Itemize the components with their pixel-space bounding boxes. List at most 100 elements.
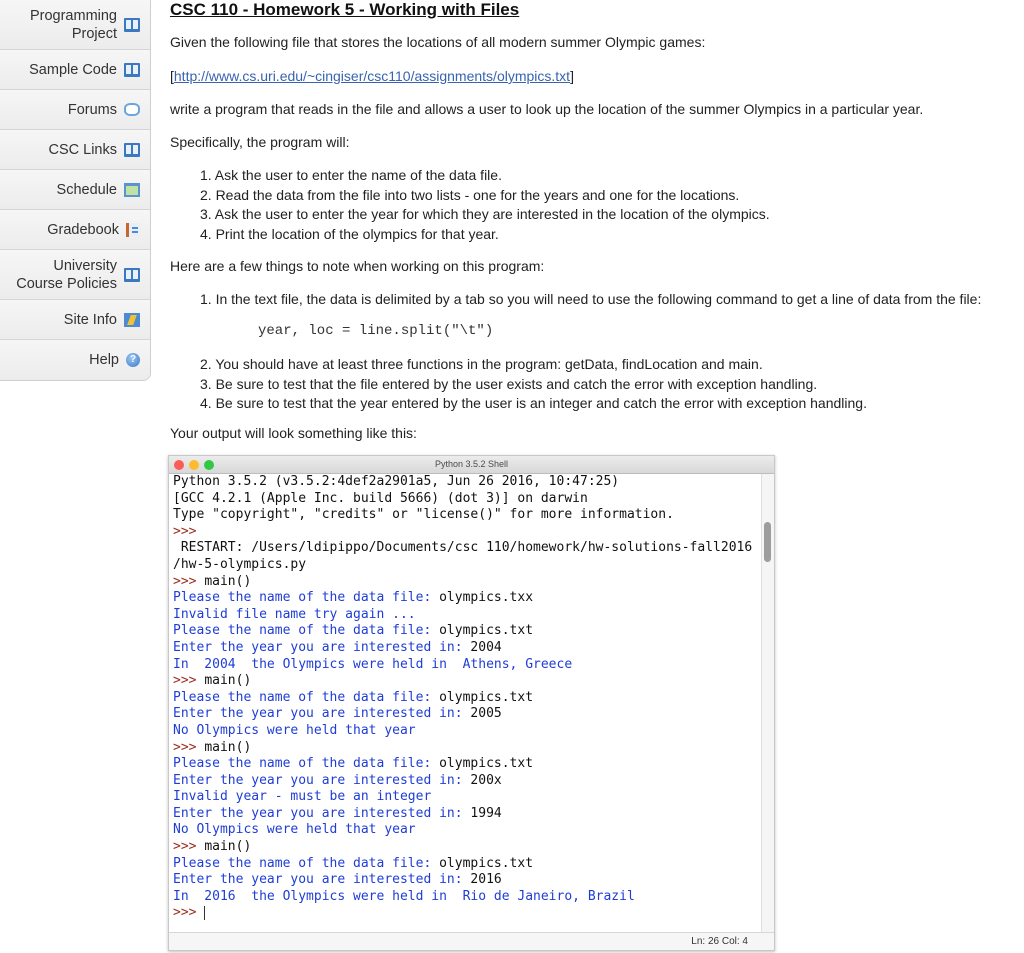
shell-line: >>> main() xyxy=(173,839,774,856)
program-output: Please the name of the data file: xyxy=(173,590,440,606)
zoom-window-button[interactable] xyxy=(204,460,214,470)
site-info-icon xyxy=(124,312,140,327)
book-icon xyxy=(124,62,140,77)
user-input: 1994 xyxy=(470,805,502,821)
requirements-list: 1. Ask the user to enter the name of the… xyxy=(200,166,770,244)
shell-line: Enter the year you are interested in: 20… xyxy=(173,872,774,889)
book-icon xyxy=(124,142,140,157)
user-input: Python 3.5.2 (v3.5.2:4def2a2901a5, Jun 2… xyxy=(173,474,620,489)
text-cursor xyxy=(204,905,206,920)
program-output: Enter the year you are interested in: xyxy=(173,872,471,888)
user-input: 200x xyxy=(470,772,502,788)
shell-line: >>> xyxy=(173,524,774,541)
shell-status-bar: Ln: 26 Col: 4 xyxy=(169,932,774,950)
shell-prompt: >>> xyxy=(173,673,205,689)
shell-line: Enter the year you are interested in: 20… xyxy=(173,640,774,657)
sidebar-item-site-info[interactable]: Site Info xyxy=(0,300,150,340)
shell-line: No Olympics were held that year xyxy=(173,723,774,740)
shell-line: Please the name of the data file: olympi… xyxy=(173,590,774,607)
shell-prompt: >>> xyxy=(173,839,205,855)
scrollbar-thumb[interactable] xyxy=(764,522,771,562)
program-output: No Olympics were held that year xyxy=(173,722,416,738)
user-input: RESTART: /Users/ldipippo/Documents/csc 1… xyxy=(173,540,753,556)
user-input: Type "copyright", "credits" or "license(… xyxy=(173,507,674,523)
sidebar-item-label: Sample Code xyxy=(29,61,117,78)
shell-prompt: >>> xyxy=(173,573,205,589)
notes-heading: Here are a few things to note when worki… xyxy=(170,258,545,274)
user-input: [GCC 4.2.1 (Apple Inc. build 5666) (dot … xyxy=(173,490,588,506)
shell-prompt: >>> xyxy=(173,905,205,921)
code-snippet: year, loc = line.split("\t") xyxy=(258,323,494,339)
user-input: olympics.txt xyxy=(439,623,534,639)
sidebar-item-label: University Course Policies xyxy=(16,257,117,292)
program-output: Please the name of the data file: xyxy=(173,855,440,871)
gradebook-icon xyxy=(126,222,140,237)
olympics-file-link[interactable]: http://www.cs.uri.edu/~cingiser/csc110/a… xyxy=(174,68,570,84)
program-output: Invalid year - must be an integer xyxy=(173,789,432,805)
close-window-button[interactable] xyxy=(174,460,184,470)
sidebar-item-label: Schedule xyxy=(56,181,117,198)
sidebar-item-label: Site Info xyxy=(63,311,117,328)
program-output: In 2016 the Olympics were held in Rio de… xyxy=(173,888,635,904)
user-input: main() xyxy=(204,739,252,755)
user-input: main() xyxy=(204,573,252,589)
shell-prompt: >>> xyxy=(173,523,197,539)
shell-scrollbar[interactable] xyxy=(761,474,774,932)
sidebar-item-csc-links[interactable]: CSC Links xyxy=(0,130,150,170)
shell-line: Please the name of the data file: olympi… xyxy=(173,856,774,873)
notes-list-rest: 2. You should have at least three functi… xyxy=(200,355,867,414)
shell-line: >>> main() xyxy=(173,574,774,591)
shell-line: Invalid file name try again ... xyxy=(173,607,774,624)
shell-line: RESTART: /Users/ldipippo/Documents/csc 1… xyxy=(173,540,774,557)
bracket-close: ] xyxy=(570,68,574,84)
sidebar-item-label: CSC Links xyxy=(48,141,118,158)
task-text: write a program that reads in the file a… xyxy=(170,101,924,117)
shell-line: Python 3.5.2 (v3.5.2:4def2a2901a5, Jun 2… xyxy=(173,474,774,491)
shell-line: Type "copyright", "credits" or "license(… xyxy=(173,507,774,524)
minimize-window-button[interactable] xyxy=(189,460,199,470)
shell-line: No Olympics were held that year xyxy=(173,822,774,839)
book-icon xyxy=(124,267,140,282)
book-icon xyxy=(124,17,140,32)
user-input: main() xyxy=(204,839,252,855)
intro-text: Given the following file that stores the… xyxy=(170,34,706,50)
user-input: 2005 xyxy=(470,706,502,722)
specifically-text: Specifically, the program will: xyxy=(170,134,350,150)
shell-titlebar: Python 3.5.2 Shell xyxy=(169,456,774,474)
user-input: olympics.txt xyxy=(439,756,534,772)
user-input: 2004 xyxy=(470,639,502,655)
program-output: Please the name of the data file: xyxy=(173,756,440,772)
program-output: Enter the year you are interested in: xyxy=(173,772,471,788)
sidebar-item-label: Programming Project xyxy=(29,7,117,42)
sidebar-item-gradebook[interactable]: Gradebook xyxy=(0,210,150,250)
sidebar-item-university-course-policies[interactable]: University Course Policies xyxy=(0,250,150,300)
sidebar-item-sample-code[interactable]: Sample Code xyxy=(0,50,150,90)
shell-line: [GCC 4.2.1 (Apple Inc. build 5666) (dot … xyxy=(173,491,774,508)
note-item: 3. Be sure to test that the file entered… xyxy=(200,375,818,392)
sidebar-item-schedule[interactable]: Schedule xyxy=(0,170,150,210)
output-heading: Your output will look something like thi… xyxy=(170,425,417,441)
sidebar-item-label: Forums xyxy=(67,101,117,118)
shell-line: Enter the year you are interested in: 19… xyxy=(173,806,774,823)
shell-line: Please the name of the data file: olympi… xyxy=(173,690,774,707)
shell-line: >>> main() xyxy=(173,673,774,690)
shell-prompt: >>> xyxy=(173,739,205,755)
shell-line: Please the name of the data file: olympi… xyxy=(173,623,774,640)
sidebar-item-label: Help xyxy=(89,352,119,368)
program-output: Enter the year you are interested in: xyxy=(173,805,471,821)
sidebar-item-forums[interactable]: Forums xyxy=(0,90,150,130)
shell-line: /hw-5-olympics.py xyxy=(173,557,774,574)
python-shell-window: Python 3.5.2 Shell Python 3.5.2 (v3.5.2:… xyxy=(168,455,775,951)
user-input: main() xyxy=(204,673,252,689)
note-item: 2. You should have at least three functi… xyxy=(200,356,763,372)
shell-line: In 2016 the Olympics were held in Rio de… xyxy=(173,889,774,906)
shell-output[interactable]: Python 3.5.2 (v3.5.2:4def2a2901a5, Jun 2… xyxy=(169,474,774,932)
shell-line: Enter the year you are interested in: 20… xyxy=(173,706,774,723)
user-input: olympics.txt xyxy=(439,689,534,705)
sidebar-item-help[interactable]: Help ? xyxy=(0,340,150,380)
help-icon: ? xyxy=(126,353,140,367)
cursor-position: Ln: 26 Col: 4 xyxy=(691,936,748,947)
page-title: CSC 110 - Homework 5 - Working with File… xyxy=(170,0,520,19)
sidebar-item-programming-project[interactable]: Programming Project xyxy=(0,0,150,50)
user-input: /hw-5-olympics.py xyxy=(173,556,307,572)
